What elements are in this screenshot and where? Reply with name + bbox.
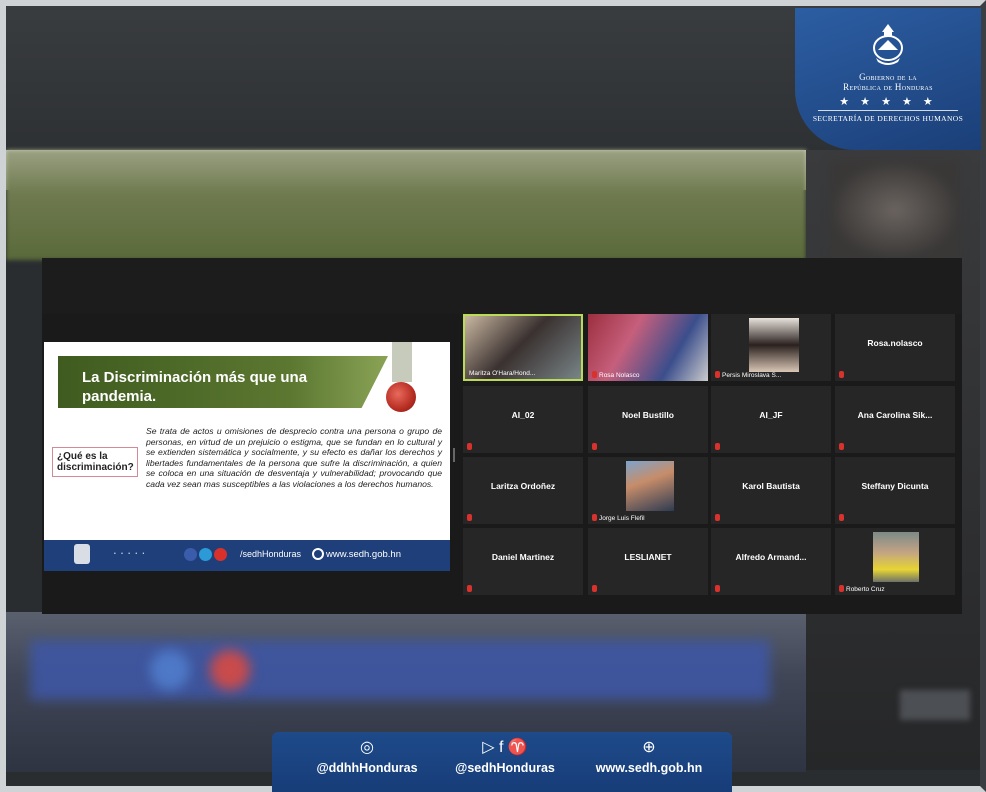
website-url: www.sedh.gob.hn — [595, 761, 703, 775]
footer-handle: /sedhHonduras — [240, 549, 302, 559]
virus-icon — [386, 382, 416, 412]
muted-mic-icon — [715, 443, 720, 450]
participant-tile[interactable]: AI_JF — [711, 386, 831, 453]
muted-mic-icon — [839, 371, 844, 378]
muted-mic-icon — [715, 585, 720, 592]
government-badge: Gobierno de la República de Honduras ★ ★… — [795, 8, 981, 150]
muted-mic-icon — [592, 514, 597, 521]
government-logo-icon — [74, 544, 90, 564]
participant-label: Maritza O'Hara/Hond... — [469, 370, 536, 377]
muted-mic-icon — [715, 514, 720, 521]
participant-name: Daniel Martinez — [491, 552, 555, 562]
muted-mic-icon — [592, 443, 597, 450]
participant-tile[interactable]: AI_02 — [463, 386, 583, 453]
participant-name: Karol Bautista — [742, 481, 800, 491]
facebook-icon — [184, 548, 197, 561]
participant-tile[interactable]: Roberto Cruz — [835, 528, 955, 595]
muted-mic-icon — [467, 585, 472, 592]
slide-question: ¿Qué es la discriminación? — [52, 447, 138, 477]
instagram-icon: ◎ — [360, 739, 374, 756]
instagram-item: ◎ @ddhhHonduras — [302, 738, 432, 775]
web-item: ⊕ www.sedh.gob.hn — [574, 738, 724, 775]
participant-tile[interactable]: Alfredo Armand... — [711, 528, 831, 595]
gov-department: SECRETARÍA DE DERECHOS HUMANOS — [812, 114, 964, 123]
web-icon — [312, 548, 324, 560]
muted-mic-icon — [592, 371, 597, 378]
muted-mic-icon — [467, 514, 472, 521]
participant-video — [588, 314, 708, 381]
participant-label: Persis Miroslava S... — [722, 372, 782, 379]
participant-label: Rosa Nolasco — [599, 372, 640, 379]
participant-tile[interactable]: Noel Bustillo — [588, 386, 708, 453]
social-media-bar: ◎ @ddhhHonduras ▷ f ♈ @sedhHonduras ⊕ ww… — [272, 732, 732, 792]
footer-web: www.sedh.gob.hn — [326, 549, 401, 560]
participant-name: Ana Carolina Sik... — [857, 410, 933, 420]
participant-tile[interactable]: Persis Miroslava S... — [711, 314, 831, 381]
participant-tile[interactable]: LESLIANET — [588, 528, 708, 595]
gov-title-line1: Gobierno de la — [859, 72, 917, 82]
coat-of-arms-icon — [868, 22, 908, 68]
panel-splitter[interactable] — [453, 448, 455, 462]
slide-body-text: Se trata de actos u omisiones de desprec… — [146, 426, 442, 489]
participant-name: AI_JF — [759, 410, 783, 420]
participant-name: AI_02 — [511, 410, 535, 420]
muted-mic-icon — [467, 443, 472, 450]
sedh-item: ▷ f ♈ @sedhHonduras — [440, 738, 570, 775]
social-icons — [184, 548, 227, 561]
youtube-facebook-twitter-icon: ▷ f ♈ — [482, 739, 528, 756]
muted-mic-icon — [839, 585, 844, 592]
globe-icon: ⊕ — [642, 739, 656, 756]
participant-name: LESLIANET — [624, 552, 672, 562]
muted-mic-icon — [592, 585, 597, 592]
participant-tile[interactable]: Steffany Dicunta — [835, 457, 955, 524]
participant-name: Alfredo Armand... — [735, 552, 807, 562]
participant-video — [626, 461, 674, 511]
participant-tile[interactable]: Laritza Ordoñez — [463, 457, 583, 524]
participant-tile[interactable]: Rosa Nolasco — [588, 314, 708, 381]
participant-video — [749, 318, 799, 372]
stars-icon: ★ ★ ★ ★ ★ — [839, 96, 937, 108]
participant-name: Laritza Ordoñez — [490, 481, 556, 491]
gov-title-line2: República de Honduras — [843, 82, 933, 92]
twitter-icon — [199, 548, 212, 561]
participant-tile[interactable]: Daniel Martinez — [463, 528, 583, 595]
participant-tile[interactable]: Ana Carolina Sik... — [835, 386, 955, 453]
slide-accent — [392, 342, 412, 382]
participant-video — [873, 532, 919, 582]
video-meeting-window: La Discriminación más que una pandemia. … — [42, 258, 962, 614]
muted-mic-icon — [839, 514, 844, 521]
muted-mic-icon — [839, 443, 844, 450]
footer-dots: • • • • • — [114, 551, 147, 557]
divider — [818, 110, 958, 111]
sedh-handle: @sedhHonduras — [455, 761, 555, 775]
meeting-top-bar — [42, 258, 962, 314]
participant-label: Roberto Cruz — [846, 586, 885, 593]
participant-tile[interactable]: Maritza O'Hara/Hond... — [463, 314, 583, 381]
youtube-icon — [214, 548, 227, 561]
participant-tile[interactable]: Jorge Luis Flefil — [588, 457, 708, 524]
participant-label: Jorge Luis Flefil — [599, 515, 645, 522]
slide-title: La Discriminación más que una pandemia. — [82, 369, 308, 405]
participant-name: Steffany Dicunta — [861, 481, 929, 491]
instagram-handle: @ddhhHonduras — [316, 761, 418, 775]
shared-slide: La Discriminación más que una pandemia. … — [44, 342, 450, 571]
participant-tile[interactable]: Rosa.nolasco — [835, 314, 955, 381]
participant-name: Noel Bustillo — [622, 410, 674, 420]
slide-footer: • • • • • /sedhHonduras www.sedh.gob.hn — [44, 540, 450, 571]
participant-tile[interactable]: Karol Bautista — [711, 457, 831, 524]
participant-name: Rosa.nolasco — [867, 338, 923, 348]
participant-gallery: Maritza O'Hara/Hond... Rosa Nolasco Persis… — [463, 314, 960, 600]
muted-mic-icon — [715, 371, 720, 378]
